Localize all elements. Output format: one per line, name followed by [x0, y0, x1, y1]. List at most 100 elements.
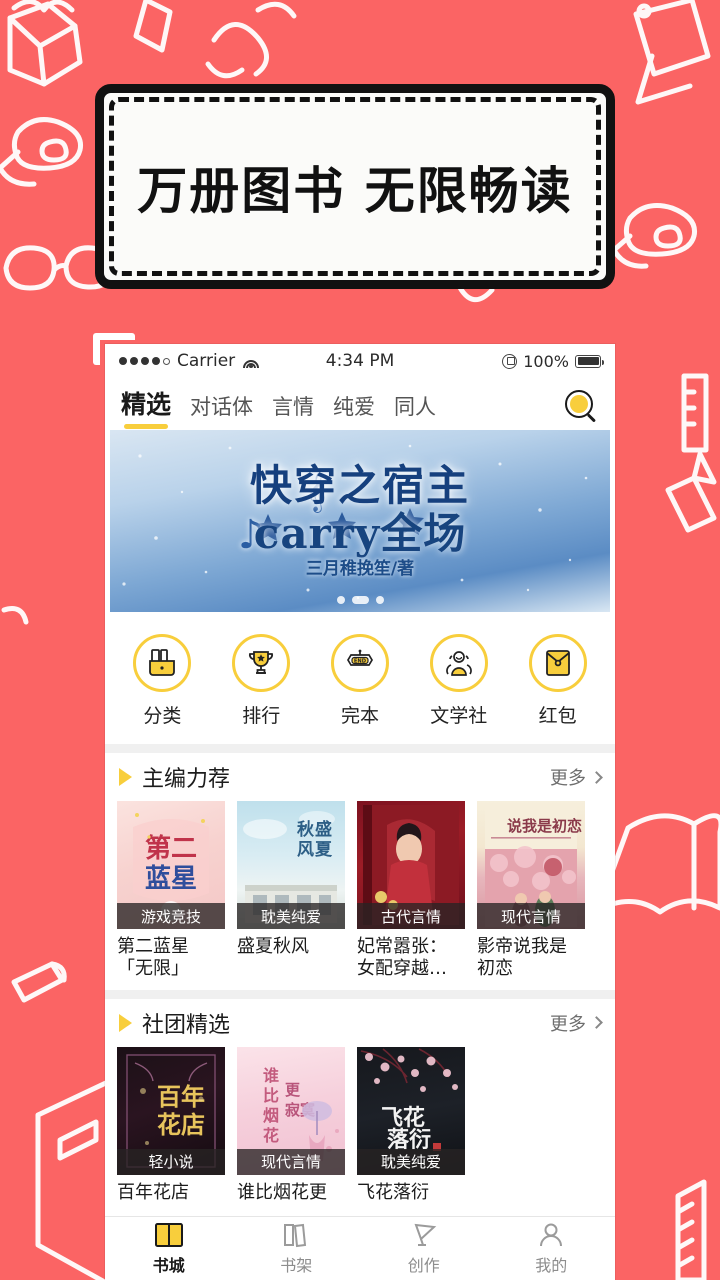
- trophy-icon: [232, 634, 291, 692]
- section-marker-icon: [119, 768, 132, 786]
- book-title: 百年花店: [117, 1181, 189, 1203]
- phone-corner-bracket: [93, 333, 135, 365]
- quick-action-ranking[interactable]: 排行: [212, 634, 311, 728]
- book-title: 盛夏秋风: [237, 936, 309, 957]
- book-category-tag: 耽美纯爱: [237, 903, 345, 929]
- section-divider: [105, 989, 615, 999]
- wifi-icon: [242, 355, 259, 368]
- section-title: 主编力荐: [142, 767, 231, 792]
- more-link-editor-picks[interactable]: 更多: [550, 764, 603, 790]
- tab-tongren[interactable]: 同人: [394, 391, 436, 430]
- book-cover: 古代言情: [357, 801, 465, 929]
- quick-action-red-packet[interactable]: 红包: [508, 634, 607, 728]
- quick-action-label: 分类: [143, 705, 182, 727]
- tab-create[interactable]: 创作: [360, 1217, 488, 1280]
- book-card[interactable]: 百年 花店 轻小说 百年花店: [117, 1046, 225, 1204]
- tab-bookshelf[interactable]: 书架: [233, 1217, 361, 1280]
- bookstore-icon: [154, 1222, 183, 1247]
- quick-action-label: 文学社: [430, 705, 488, 727]
- quick-action-label: 完本: [340, 705, 379, 727]
- book-category-tag: 现代言情: [237, 1148, 345, 1175]
- carrier-label: Carrier: [177, 351, 236, 371]
- hero-headline: 万册图书 无限畅读: [137, 161, 573, 220]
- tab-duihuati[interactable]: 对话体: [190, 391, 253, 430]
- book-title: 影帝说我是 初恋: [477, 936, 567, 979]
- book-title: 第二蓝星 「无限」: [117, 936, 189, 979]
- section-title: 社团精选: [142, 1012, 231, 1038]
- book-card[interactable]: 飞花 落衍 耽美纯爱 飞花落衍: [357, 1046, 465, 1204]
- book-category-tag: 现代言情: [477, 903, 585, 929]
- quick-action-completed[interactable]: END 完本: [311, 634, 410, 728]
- tab-label: 书城: [152, 1255, 185, 1275]
- more-label: 更多: [550, 1013, 586, 1035]
- hero-banner: 万册图书 无限畅读: [95, 84, 615, 289]
- tab-mine[interactable]: 我的: [488, 1217, 616, 1280]
- tab-yanqing[interactable]: 言情: [272, 391, 314, 430]
- pen-create-icon: [414, 1223, 437, 1246]
- svg-text:谁: 谁: [263, 1066, 279, 1085]
- tab-label: 创作: [407, 1255, 440, 1275]
- section-marker-icon: [119, 1013, 132, 1032]
- book-card[interactable]: 盛 秋 夏 风 耽美纯爱 盛夏秋风: [237, 801, 345, 980]
- book-category-tag: 游戏竞技: [117, 903, 225, 929]
- bookshelf-icon: [284, 1223, 307, 1247]
- battery-percent-label: 100%: [523, 351, 569, 371]
- banner-subtitle: carry全场: [253, 509, 467, 558]
- section-header-club-picks: 社团精选 更多: [105, 998, 615, 1047]
- svg-text:百年: 百年: [157, 1083, 205, 1111]
- svg-text:更: 更: [285, 1081, 301, 1099]
- more-label: 更多: [550, 768, 586, 789]
- svg-text:END: END: [354, 659, 367, 665]
- book-category-tag: 古代言情: [357, 903, 465, 929]
- category-bag-icon: [133, 634, 192, 692]
- book-cover: 说我是初恋 现代言情: [477, 801, 585, 929]
- chevron-right-icon: [590, 770, 603, 784]
- book-cover: 第二 蓝星 游戏竞技: [117, 801, 225, 929]
- community-people-icon: [429, 634, 488, 692]
- book-cover: 盛 秋 夏 风 耽美纯爱: [237, 801, 345, 929]
- quick-action-category[interactable]: 分类: [113, 634, 212, 728]
- book-grid-editor-picks: 第二 蓝星 游戏竞技 第二蓝星 「无限」 盛 秋 夏 风 耽美纯爱 盛夏秋风 古…: [105, 801, 615, 990]
- chevron-right-icon: [590, 1016, 603, 1030]
- book-grid-club-picks: 百年 花店 轻小说 百年花店 谁 比 烟 花 更 寂寞 现代言情 谁比烟花更 飞…: [105, 1046, 615, 1214]
- book-title: 飞花落衍: [357, 1181, 429, 1203]
- quick-action-literary-society[interactable]: 文学社: [409, 634, 508, 728]
- section-divider: [105, 744, 615, 753]
- svg-text:蓝星: 蓝星: [145, 864, 197, 894]
- svg-text:夏: 夏: [315, 840, 333, 860]
- svg-text:秋: 秋: [297, 819, 315, 840]
- promo-banner-carousel[interactable]: ♪ 𝄞 快穿之宿主 carry全场 三月稚挽笙/著: [110, 430, 610, 612]
- svg-text:比: 比: [263, 1086, 279, 1105]
- section-header-editor-picks: 主编力荐 更多: [105, 753, 615, 801]
- book-cover: 谁 比 烟 花 更 寂寞 现代言情: [237, 1046, 345, 1175]
- svg-text:盛: 盛: [315, 819, 332, 840]
- end-sign-icon: END: [330, 634, 389, 692]
- svg-text:花店: 花店: [157, 1111, 205, 1139]
- book-card[interactable]: 第二 蓝星 游戏竞技 第二蓝星 「无限」: [117, 801, 225, 980]
- banner-author: 三月稚挽笙/著: [305, 559, 415, 579]
- book-card[interactable]: 谁 比 烟 花 更 寂寞 现代言情 谁比烟花更: [237, 1046, 345, 1204]
- person-icon: [540, 1223, 563, 1246]
- book-category-tag: 轻小说: [117, 1148, 225, 1175]
- tab-jingxuan[interactable]: 精选: [121, 385, 171, 430]
- tab-bookstore[interactable]: 书城: [105, 1217, 233, 1280]
- tab-label: 书架: [280, 1255, 313, 1275]
- banner-pagination-dots[interactable]: [110, 596, 610, 604]
- search-icon[interactable]: [565, 390, 599, 424]
- category-tab-bar: 精选 对话体 言情 纯爱 同人: [105, 378, 615, 430]
- book-cover: 百年 花店 轻小说: [117, 1046, 225, 1175]
- svg-text:花: 花: [263, 1126, 279, 1145]
- book-cover: 飞花 落衍 耽美纯爱: [357, 1046, 465, 1175]
- svg-text:说我是初恋: 说我是初恋: [507, 817, 582, 835]
- quick-action-row: 分类 排行 END 完本 文学社 红包: [105, 612, 615, 744]
- quick-action-label: 红包: [538, 705, 577, 727]
- svg-text:风: 风: [297, 840, 314, 860]
- bottom-tab-bar: 书城 书架 创作 我的: [105, 1216, 615, 1280]
- book-card[interactable]: 古代言情 妃常嚣张： 女配穿越…: [357, 801, 465, 980]
- tab-chunai[interactable]: 纯爱: [333, 391, 375, 430]
- phone-screen: Carrier 4:34 PM 100% 精选 对话体 言情 纯爱 同人 ♪ 𝄞…: [105, 344, 615, 1280]
- book-card[interactable]: 说我是初恋 现代言情 影帝说我是 初恋: [477, 801, 585, 980]
- more-link-club-picks[interactable]: 更多: [550, 1010, 603, 1036]
- rotation-lock-icon: [502, 353, 518, 369]
- book-title: 妃常嚣张： 女配穿越…: [357, 936, 447, 979]
